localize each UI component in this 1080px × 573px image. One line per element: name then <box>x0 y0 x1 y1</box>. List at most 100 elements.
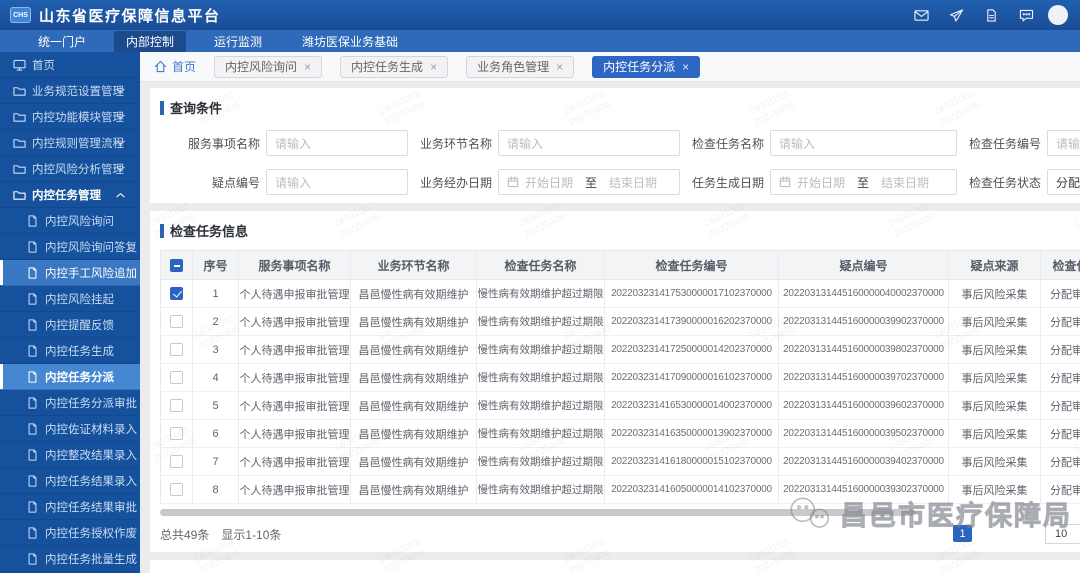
horizontal-scrollbar[interactable] <box>160 509 915 516</box>
home-icon <box>154 60 167 73</box>
close-icon[interactable]: × <box>556 61 563 73</box>
sidebar-item-内控风险分析管理[interactable]: 内控风险分析管理 <box>0 156 140 182</box>
cell-序号: 2 <box>193 308 239 335</box>
breadcrumb-home[interactable]: 首页 <box>154 58 196 75</box>
daterange-业务经办日期[interactable]: 开始日期至结束日期 <box>498 169 680 195</box>
select-检查任务状态[interactable]: 分配审批不通过 <box>1047 169 1080 195</box>
row-checkbox[interactable] <box>170 427 183 440</box>
close-icon[interactable]: × <box>304 61 311 73</box>
row-checkbox[interactable] <box>170 343 183 356</box>
chevron-down-icon <box>116 114 125 120</box>
query-row: 疑点编号 请输入 业务经办日期 开始日期至结束日期 任务生成日期 开始日期至结束日期 检查任… <box>160 169 1080 195</box>
placeholder-text: 请输入 <box>275 136 312 151</box>
row-checkbox[interactable] <box>170 455 183 468</box>
row-checkbox[interactable] <box>170 483 183 496</box>
cell-服务事项名称: 个人待遇申报审批管理 <box>239 420 351 447</box>
tab-内控风险询问[interactable]: 内控风险询问 × <box>214 55 323 78</box>
page-1-button[interactable]: 1 <box>953 525 972 542</box>
cell-疑点编号: 202203131445160000039702370000 <box>779 364 949 391</box>
table-row[interactable]: 5 个人待遇申报审批管理 昌邑慢性病有效期维护 慢性病有效期维护超过期限 2022032… <box>161 392 1080 420</box>
sidebar-item-内控任务结果录入[interactable]: 内控任务结果录入 <box>0 468 140 494</box>
table-row[interactable]: 6 个人待遇申报审批管理 昌邑慢性病有效期维护 慢性病有效期维护超过期限 2022032… <box>161 420 1080 448</box>
cell-检查任务编号: 202203231417530000017102370000 <box>605 280 779 307</box>
close-icon[interactable]: × <box>682 61 689 73</box>
doc-icon <box>26 396 39 409</box>
header-checkbox-cell <box>161 251 193 279</box>
sidebar-item-内控任务分派[interactable]: 内控任务分派 <box>0 364 140 390</box>
column-header-序号: 序号 <box>193 251 239 279</box>
sidebar-item-内控任务批量生成[interactable]: 内控任务批量生成 <box>0 546 140 572</box>
input-业务环节名称[interactable]: 请输入 <box>498 130 680 156</box>
nav-item-潍坊医保业务基础[interactable]: 潍坊医保业务基础 <box>290 31 410 52</box>
send-icon[interactable] <box>949 8 964 22</box>
sidebar-item-内控任务分派审批[interactable]: 内控任务分派审批 <box>0 390 140 416</box>
page-size-select[interactable]: 10 <box>1045 524 1080 544</box>
input-疑点编号[interactable]: 请输入 <box>266 169 408 195</box>
cell-检查任务状态: 分配审批不通过 <box>1041 308 1080 335</box>
nav-item-运行监测[interactable]: 运行监测 <box>202 31 274 52</box>
sidebar-item-首页[interactable]: 首页 <box>0 52 140 78</box>
tab-bar: 首页 内控风险询问 × 内控任务生成 × 业务角色管理 × 内控任务分派 × <box>140 52 1080 82</box>
shown-range: 显示1-10条 <box>221 527 282 542</box>
sidebar-item-内控任务结果审批[interactable]: 内控任务结果审批 <box>0 494 140 520</box>
sidebar-item-内控风险挂起[interactable]: 内控风险挂起 <box>0 286 140 312</box>
input-检查任务编号[interactable]: 请输入 <box>1047 130 1080 156</box>
sidebar-item-内控任务管理[interactable]: 内控任务管理 <box>0 182 140 208</box>
close-icon[interactable]: × <box>430 61 437 73</box>
sidebar-item-内控任务生成[interactable]: 内控任务生成 <box>0 338 140 364</box>
table-header-row: 序号服务事项名称业务环节名称检查任务名称检查任务编号疑点编号疑点来源检查任务状态 <box>161 251 1080 280</box>
table-row[interactable]: 4 个人待遇申报审批管理 昌邑慢性病有效期维护 慢性病有效期维护超过期限 2022032… <box>161 364 1080 392</box>
select-all-checkbox[interactable] <box>170 258 183 272</box>
table-row[interactable]: 3 个人待遇申报审批管理 昌邑慢性病有效期维护 慢性病有效期维护超过期限 2022032… <box>161 336 1080 364</box>
table-row[interactable]: 1 个人待遇申报审批管理 昌邑慢性病有效期维护 慢性病有效期维护超过期限 2022032… <box>161 280 1080 308</box>
input-检查任务名称[interactable]: 请输入 <box>770 130 957 156</box>
query-field-疑点编号: 疑点编号 请输入 <box>176 169 408 195</box>
sidebar-item-内控功能模块管理[interactable]: 内控功能模块管理 <box>0 104 140 130</box>
doc-icon <box>26 526 39 539</box>
cell-检查任务编号: 202203231416350000013902370000 <box>605 420 779 447</box>
cell-检查任务状态: 分配审批不通过 <box>1041 336 1080 363</box>
row-checkbox[interactable] <box>170 399 183 412</box>
sidebar-item-内控佐证材料录入[interactable]: 内控佐证材料录入 <box>0 416 140 442</box>
sidebar: 首页 业务规范设置管理内控功能模块管理内控规则管理流程 内控风险分析管理 内控任务管理… <box>0 52 140 573</box>
daterange-任务生成日期[interactable]: 开始日期至结束日期 <box>770 169 957 195</box>
sidebar-item-内控整改结果录入[interactable]: 内控整改结果录入 <box>0 442 140 468</box>
tab-内控任务生成[interactable]: 内控任务生成 × <box>340 55 449 78</box>
table-row[interactable]: 7 个人待遇申报审批管理 昌邑慢性病有效期维护 慢性病有效期维护超过期限 2022032… <box>161 448 1080 476</box>
column-header-检查任务编号: 检查任务编号 <box>605 251 779 279</box>
avatar[interactable] <box>1048 5 1068 25</box>
cell-疑点编号: 202203131445160000039602370000 <box>779 392 949 419</box>
nav-item-统一门户[interactable]: 统一门户 <box>26 31 98 52</box>
date-start-placeholder: 开始日期 <box>525 175 574 190</box>
mail-icon[interactable] <box>914 9 929 22</box>
cell-疑点来源: 事后风险采集 <box>949 308 1041 335</box>
sidebar-item-内控风险询问答复[interactable]: 内控风险询问答复 <box>0 234 140 260</box>
sidebar-item-label: 内控任务授权作废 <box>45 527 137 540</box>
sidebar-item-业务规范设置管理[interactable]: 业务规范设置管理 <box>0 78 140 104</box>
table-row[interactable]: 2 个人待遇申报审批管理 昌邑慢性病有效期维护 慢性病有效期维护超过期限 2022032… <box>161 308 1080 336</box>
cell-序号: 4 <box>193 364 239 391</box>
row-checkbox[interactable] <box>170 287 183 300</box>
sidebar-item-label: 内控功能模块管理 <box>32 111 124 124</box>
cell-业务环节名称: 昌邑慢性病有效期维护 <box>351 364 477 391</box>
sidebar-item-内控手工风险追加[interactable]: 内控手工风险追加 <box>0 260 140 286</box>
sidebar-item-内控规则管理流程[interactable]: 内控规则管理流程 <box>0 130 140 156</box>
sidebar-item-内控任务授权作废[interactable]: 内控任务授权作废 <box>0 520 140 546</box>
query-field-服务事项名称: 服务事项名称 请输入 <box>176 130 408 156</box>
chat-icon[interactable] <box>1019 9 1034 22</box>
tab-内控任务分派[interactable]: 内控任务分派 × <box>592 55 701 78</box>
sidebar-item-label: 内控任务结果审批 <box>45 501 137 514</box>
query-field-检查任务编号: 检查任务编号请输入 <box>957 130 1080 156</box>
cell-业务环节名称: 昌邑慢性病有效期维护 <box>351 280 477 307</box>
table-row[interactable]: 8 个人待遇申报审批管理 昌邑慢性病有效期维护 慢性病有效期维护超过期限 2022032… <box>161 476 1080 504</box>
row-checkbox[interactable] <box>170 371 183 384</box>
tab-业务角色管理[interactable]: 业务角色管理 × <box>466 55 575 78</box>
nav-item-内部控制[interactable]: 内部控制 <box>114 30 187 52</box>
file-icon[interactable] <box>984 8 999 22</box>
input-服务事项名称[interactable]: 请输入 <box>266 130 408 156</box>
row-checkbox[interactable] <box>170 315 183 328</box>
cell-疑点来源: 事后风险采集 <box>949 280 1041 307</box>
sidebar-item-内控风险询问[interactable]: 内控风险询问 <box>0 208 140 234</box>
cell-业务环节名称: 昌邑慢性病有效期维护 <box>351 476 477 503</box>
sidebar-item-内控提醒反馈[interactable]: 内控提醒反馈 <box>0 312 140 338</box>
